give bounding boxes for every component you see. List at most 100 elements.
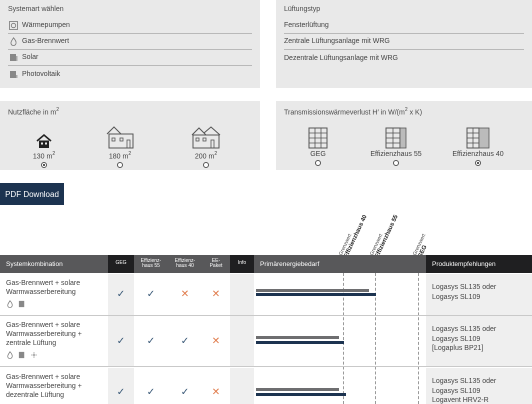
area-label: 180 m2 [108,151,132,161]
systemart-label: Solar [22,54,39,61]
table-row: Gas-Brennwert + solare Warmwasserbereitu… [0,316,532,367]
table-row: Gas-Brennwert + solare Warmwasserbereitu… [0,368,532,404]
nutzflaeche-panel: Nutzfläche in m2 130 m2 180 m2 200 m2 [0,101,260,170]
systemart-option-gas[interactable]: Gas-Brennwert [8,34,252,50]
transmission-option-eh40[interactable]: Effizienzhaus 40 [446,119,510,166]
transmission-option-geg[interactable]: GEG [286,119,350,166]
lueftung-label: Zentrale Lüftungsanlage mit WRG [284,38,390,45]
systemart-label: Gas-Brennwert [22,38,70,45]
lueftung-title: Lüftungstyp [284,6,321,13]
primary-energy-bar-navy [256,393,346,396]
ee-paket-mark: ✕ [211,387,221,398]
transmission-option-eh55[interactable]: Effizienzhaus 55 [364,119,428,166]
primary-energy-cell [254,368,426,404]
system-line: Warmwasserbereitung + [6,383,82,390]
medium-house-icon [88,119,152,149]
primary-energy-bar-navy [256,341,344,344]
fan-icon [30,351,38,361]
products-cell: Logasys SL135 oder Logasys SL109 [426,274,532,315]
system-line: Gas-Brennwert + solare [6,374,81,381]
row-icons [6,300,102,310]
transmission-panel: Transmissionswärmeverlust H′ in W/(m2 x … [276,101,532,170]
header-products: Produktempfehlungen [426,255,532,273]
solar-panel-icon [18,351,26,361]
geg-mark: ✓ [108,368,134,404]
area-radio[interactable] [203,162,209,169]
info-cell[interactable] [230,274,254,315]
grenzwert-label-eh55: Grenzwert Effizienzhaus 55 [369,214,400,260]
lueftung-option-zentral[interactable]: Zentrale Lüftungsanlage mit WRG [284,34,524,50]
transmission-title: Transmissionswärmeverlust H′ in W/(m2 x … [284,107,423,117]
geg-mark: ✓ [108,274,134,315]
solar-panel-icon [8,53,18,63]
products-cell: Logasys SL135 oder Logasys SL109 [Logapl… [426,316,532,366]
grenzwert-label-eh40: Grenzwert Effizienzhaus 40 [338,214,369,260]
area-radio[interactable] [41,162,47,169]
area-option-180[interactable]: 180 m2 [88,119,152,169]
product-line: [Logaplus BP21] [432,345,484,352]
flame-icon [6,300,14,310]
product-line: Logasys SL109 [432,335,481,343]
header-system: Systemkombination [0,255,108,273]
primary-energy-bar-grey [256,388,339,391]
eh40-mark: ✕ [180,289,190,300]
pdf-download-button[interactable]: PDF Download [0,183,64,205]
flame-icon [8,37,18,47]
system-line: dezentrale Lüftung [6,392,64,399]
header-primary-energy: Primärenergiebedarf [254,255,426,273]
row-icons [6,351,102,361]
area-label: 130 m2 [32,151,56,161]
transmission-radio[interactable] [475,160,481,166]
flame-icon [6,351,14,361]
primary-energy-bar-grey [256,336,339,339]
solar-panel-icon [18,300,26,310]
eh55-mark: ✓ [146,387,156,398]
header-info: Info [230,255,254,273]
wall-geg-icon [286,119,350,149]
wall-eh40-icon [446,119,510,149]
system-line: Warmwasserbereitung + [6,331,82,338]
small-house-icon [12,119,76,149]
products-cell: Logasys SL135 oder Logasys SL109 Logaven… [426,368,532,404]
primary-energy-cell [254,316,426,366]
table-row: Gas-Brennwert + solare Warmwasserbereitu… [0,274,532,316]
primary-energy-bar-grey [256,289,369,292]
eh40-mark: ✓ [180,387,190,398]
systemart-option-photovoltaik[interactable]: Photovoltaik [8,66,252,82]
systemart-label: Wärmepumpen [22,22,70,29]
ee-paket-mark: ✕ [211,335,221,347]
system-cell: Gas-Brennwert + solare Warmwasserbereitu… [0,368,108,404]
area-option-130[interactable]: 130 m2 [12,119,76,169]
eh40-mark: ✓ [180,335,190,347]
large-house-icon [174,119,238,149]
system-line: Warmwasserbereitung [6,289,76,296]
header-geg: GEG [108,255,134,273]
header-ee-paket: EE- Paket [202,255,230,273]
transmission-radio[interactable] [315,160,321,166]
info-cell[interactable] [230,368,254,404]
lueftung-option-fenster[interactable]: Fensterlüftung [284,18,524,34]
systemart-title: Systemart wählen [8,6,64,13]
product-line: Logavent HRV2-R [432,397,489,404]
primary-energy-cell [254,274,426,315]
heat-pump-icon [8,21,18,31]
header-eh40: Effizienz-haus 40 [168,255,202,273]
lueftung-label: Dezentrale Lüftungsanlage mit WRG [284,54,398,62]
systemart-option-solar[interactable]: Solar [8,50,252,66]
nutzflaeche-title: Nutzfläche in m2 [8,107,60,117]
wall-eh55-icon [364,119,428,149]
transmission-label: Effizienzhaus 55 [370,151,422,158]
system-line: Gas-Brennwert + solare [6,280,81,287]
primary-energy-bar-navy [256,293,376,296]
ee-paket-mark: ✕ [211,289,221,300]
transmission-radio[interactable] [393,160,399,166]
area-option-200[interactable]: 200 m2 [174,119,238,169]
transmission-label: Effizienzhaus 40 [452,151,504,158]
systemart-option-waermepumpen[interactable]: Wärmepumpen [8,18,252,34]
eh55-mark: ✓ [146,289,156,300]
photovoltaic-icon [8,69,18,79]
lueftung-option-dezentral[interactable]: Dezentrale Lüftungsanlage mit WRG [284,50,524,66]
area-radio[interactable] [117,162,123,169]
geg-mark: ✓ [108,316,134,366]
info-cell[interactable] [230,316,254,366]
